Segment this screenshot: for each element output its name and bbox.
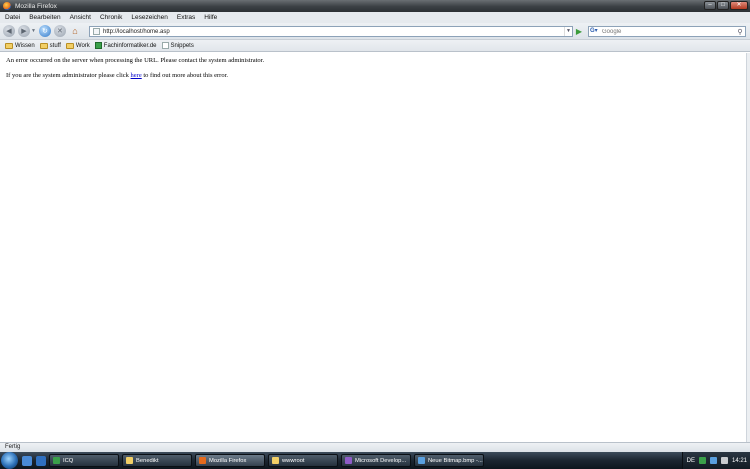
history-dropdown-icon[interactable]: ▼ (31, 28, 36, 34)
task-icon (199, 457, 206, 464)
page-icon (161, 42, 169, 49)
error-details-link[interactable]: here (131, 72, 142, 79)
icq-tray-icon[interactable] (698, 457, 706, 464)
taskbar-button[interactable]: Microsoft Develop... (341, 454, 411, 467)
folder-icon (5, 42, 13, 49)
bookmark-label: Work (75, 42, 90, 49)
home-button[interactable]: ⌂ (69, 25, 81, 37)
menu-bar: Datei Bearbeiten Ansicht Chronik Lesezei… (0, 12, 750, 23)
bookmark-work[interactable]: Work (65, 42, 90, 49)
stop-button[interactable]: ✕ (53, 25, 66, 37)
bookmark-label: Fachinformatiker.de (103, 42, 157, 49)
internet-explorer-icon[interactable] (36, 455, 46, 466)
title-bar: Mozilla Firefox – □ ✕ (0, 0, 750, 12)
status-bar: Fertig (0, 442, 750, 452)
reload-button[interactable]: ↻ (38, 25, 51, 37)
menu-bookmarks[interactable]: Lesezeichen (131, 14, 168, 21)
folder-icon (65, 42, 74, 49)
error-message: An error occurred on the server when pro… (6, 57, 265, 64)
admin-message: If you are the system administrator plea… (6, 72, 228, 79)
taskbar-button[interactable]: ICQ (49, 454, 119, 467)
taskbar-button[interactable]: Mozilla Firefox (195, 454, 265, 467)
taskbar-button[interactable]: Benedikt (122, 454, 192, 467)
task-icon (53, 457, 60, 464)
window-title: Mozilla Firefox (15, 2, 57, 10)
system-tray: DE 14:21 (681, 452, 750, 469)
vertical-scrollbar[interactable] (746, 53, 750, 442)
clock[interactable]: 14:21 (732, 458, 747, 464)
task-icon (126, 457, 133, 464)
bookmark-fachinformatiker[interactable]: Fachinformatiker.de (94, 42, 157, 49)
search-engine-icon[interactable]: G▾ (590, 27, 602, 36)
bookmark-label: Snippets (170, 42, 194, 49)
volume-icon[interactable] (720, 457, 728, 464)
page-content: An error occurred on the server when pro… (0, 53, 746, 442)
go-button[interactable]: ▶ (574, 26, 584, 37)
minimize-button[interactable]: – (704, 1, 716, 10)
task-label: Benedikt (136, 457, 159, 464)
menu-file[interactable]: Datei (5, 14, 20, 21)
task-list: ICQ Benedikt Mozilla Firefox wwwroot Microso… (46, 454, 484, 467)
status-text: Fertig (5, 444, 21, 450)
menu-view[interactable]: Ansicht (70, 14, 91, 21)
show-desktop-icon[interactable] (22, 455, 32, 466)
forward-button[interactable]: ▶ (18, 25, 30, 37)
search-icon[interactable]: ⚲ (735, 28, 745, 36)
language-indicator[interactable]: DE (687, 458, 695, 464)
admin-message-prefix: If you are the system administrator plea… (6, 72, 131, 79)
bookmark-wissen[interactable]: Wissen (5, 42, 35, 49)
bookmark-label: stuff (49, 42, 61, 49)
site-icon (94, 42, 102, 49)
task-icon (272, 457, 279, 464)
taskbar: ICQ Benedikt Mozilla Firefox wwwroot Microso… (0, 452, 750, 469)
address-bar[interactable]: http://localhost/home.asp ▼ (89, 26, 573, 37)
url-text[interactable]: http://localhost/home.asp (103, 29, 564, 35)
bookmark-label: Wissen (15, 42, 35, 49)
start-button[interactable] (1, 452, 18, 469)
network-icon[interactable] (709, 457, 717, 464)
task-icon (418, 457, 425, 464)
close-button[interactable]: ✕ (730, 1, 748, 10)
bookmarks-toolbar: Wissen stuff Work Fachinformatiker.de Sn… (0, 40, 750, 52)
back-button[interactable]: ◀ (3, 25, 15, 37)
taskbar-button[interactable]: Neue Bitmap.bmp -... (414, 454, 484, 467)
task-label: Mozilla Firefox (209, 457, 247, 464)
firefox-logo-icon (3, 2, 11, 10)
page-favicon-icon (93, 28, 100, 35)
task-label: wwwroot (282, 457, 305, 464)
window-controls: – □ ✕ (704, 1, 748, 10)
admin-message-suffix: to find out more about this error. (141, 72, 229, 79)
maximize-button[interactable]: □ (717, 1, 729, 10)
search-input[interactable] (602, 27, 735, 36)
task-label: ICQ (63, 457, 74, 464)
menu-tools[interactable]: Extras (177, 14, 195, 21)
task-label: Neue Bitmap.bmp -... (428, 457, 483, 464)
menu-help[interactable]: Hilfe (204, 14, 217, 21)
folder-icon (39, 42, 48, 49)
bookmark-snippets[interactable]: Snippets (161, 42, 194, 49)
bookmark-stuff[interactable]: stuff (39, 42, 61, 49)
task-label: Microsoft Develop... (355, 457, 407, 464)
search-box[interactable]: G▾ ⚲ (588, 26, 746, 37)
menu-edit[interactable]: Bearbeiten (29, 14, 60, 21)
url-dropdown-icon[interactable]: ▼ (564, 27, 572, 36)
menu-history[interactable]: Chronik (100, 14, 122, 21)
task-icon (345, 457, 352, 464)
taskbar-button[interactable]: wwwroot (268, 454, 338, 467)
